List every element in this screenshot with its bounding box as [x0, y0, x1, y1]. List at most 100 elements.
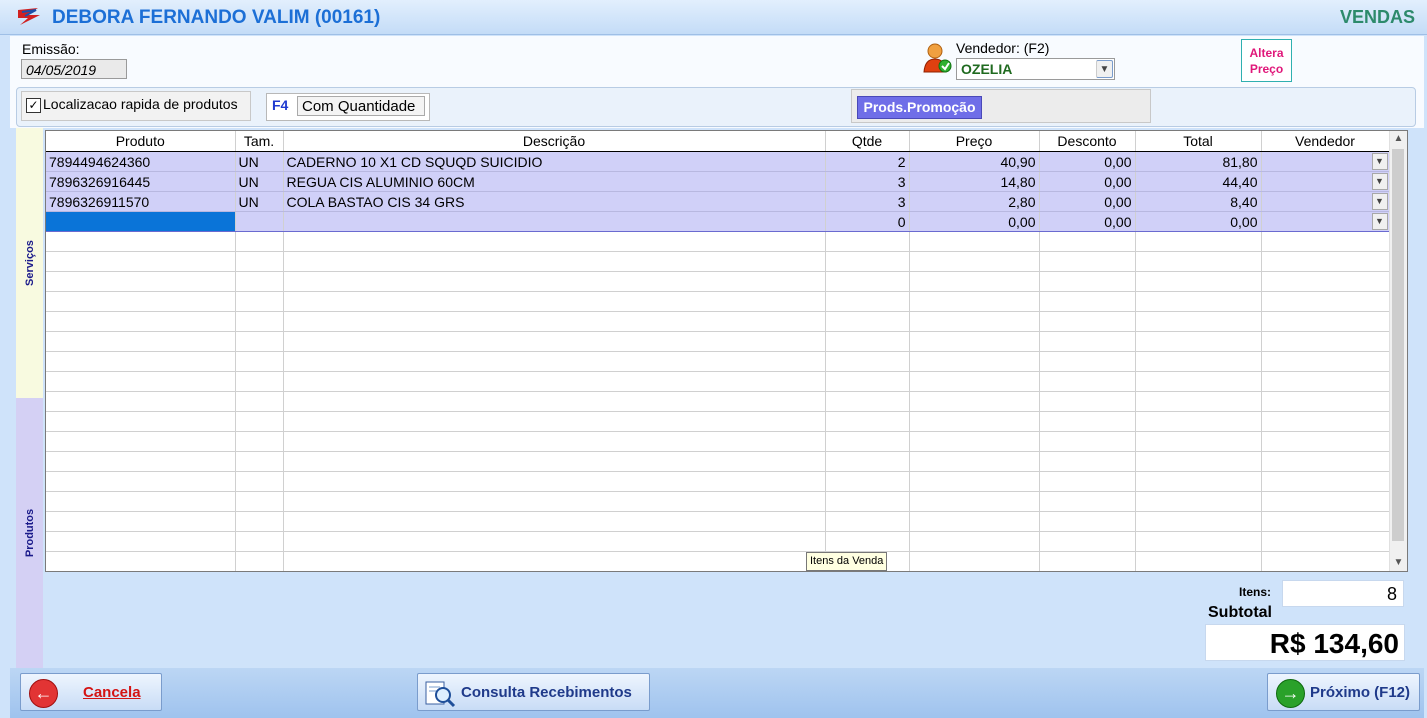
cell-total[interactable]: 81,80 [1135, 151, 1262, 172]
cell-produto[interactable]: 7896326911570 [46, 191, 236, 212]
scroll-up-icon[interactable]: ▲ [1390, 131, 1407, 147]
empty-row [46, 251, 1390, 272]
empty-cell [825, 451, 910, 472]
com-quantidade-button[interactable]: Com Quantidade [297, 96, 425, 116]
empty-cell [235, 251, 284, 272]
cell-qtde[interactable]: 2 [825, 151, 910, 172]
empty-cell [46, 311, 236, 332]
col-header-vendedor[interactable]: Vendedor [1261, 131, 1390, 152]
empty-cell [235, 531, 284, 552]
col-header-produto[interactable]: Produto [46, 131, 236, 152]
empty-cell [46, 331, 236, 352]
grid-tooltip: Itens da Venda [806, 552, 888, 571]
col-header-qtde[interactable]: Qtde [825, 131, 910, 152]
cell-tam[interactable]: UN [235, 191, 284, 212]
chevron-down-icon[interactable]: ▼ [1371, 153, 1388, 170]
cell-total[interactable]: 8,40 [1135, 191, 1262, 212]
tab-servicos[interactable]: Serviços [16, 128, 43, 398]
cancel-button[interactable]: ← Cancela [20, 673, 162, 711]
cell-descricao[interactable]: COLA BASTAO CIS 34 GRS [283, 191, 826, 212]
empty-cell [1261, 511, 1390, 532]
cell-produto[interactable]: 7896326916445 [46, 171, 236, 192]
col-header-preco[interactable]: Preço [909, 131, 1040, 152]
search-document-icon [425, 681, 456, 708]
cell-vendedor[interactable]: ▼ [1261, 151, 1390, 172]
empty-cell [909, 511, 1040, 532]
cell-desconto[interactable]: 0,00 [1039, 171, 1136, 192]
empty-cell [825, 431, 910, 452]
chevron-down-icon[interactable]: ▼ [1371, 193, 1388, 210]
empty-cell [1135, 351, 1262, 372]
cell-preco[interactable]: 14,80 [909, 171, 1040, 192]
next-button[interactable]: → Próximo (F12) [1267, 673, 1420, 711]
scrollbar-thumb[interactable] [1392, 149, 1404, 541]
empty-cell [235, 351, 284, 372]
grid-header-row: Produto Tam. Descrição Qtde Preço Descon… [46, 131, 1390, 152]
col-header-desconto[interactable]: Desconto [1039, 131, 1136, 152]
empty-row [46, 531, 1390, 552]
grid-scrollbar[interactable]: ▲ ▼ [1389, 131, 1407, 571]
sale-header: Emissão: 04/05/2019 Vendedor: (F2) OZELI… [10, 36, 1424, 128]
cell-preco[interactable]: 40,90 [909, 151, 1040, 172]
chevron-down-icon[interactable]: ▼ [1096, 60, 1113, 78]
col-header-tam[interactable]: Tam. [235, 131, 284, 152]
cell-desconto[interactable]: 0,00 [1039, 151, 1136, 172]
altera-preco-button[interactable]: Altera Preço [1241, 39, 1292, 82]
table-row[interactable]: 7896326916445 UN REGUA CIS ALUMINIO 60CM… [46, 171, 1390, 192]
localizacao-checkbox-area[interactable]: ✓ Localizacao rapida de produtos [21, 91, 251, 121]
empty-cell [46, 531, 236, 552]
cell-produto-active[interactable] [46, 211, 236, 232]
cell-vendedor[interactable]: ▼ [1261, 191, 1390, 212]
localizacao-checkbox[interactable]: ✓ [26, 98, 41, 113]
cell-tam[interactable]: UN [235, 151, 284, 172]
empty-cell [235, 471, 284, 492]
empty-cell [235, 291, 284, 312]
empty-cell [825, 271, 910, 292]
altera-line2: Preço [1249, 62, 1284, 76]
cell-vendedor[interactable]: ▼ [1261, 211, 1390, 232]
empty-cell [235, 311, 284, 332]
empty-row [46, 271, 1390, 292]
emissao-field[interactable]: 04/05/2019 [21, 59, 127, 79]
prods-promocao-button[interactable]: Prods.Promoção [857, 96, 982, 119]
cell-total[interactable]: 0,00 [1135, 211, 1262, 232]
cell-vendedor[interactable]: ▼ [1261, 171, 1390, 192]
consulta-recebimentos-button[interactable]: Consulta Recebimentos [417, 673, 650, 711]
empty-cell [1135, 531, 1262, 552]
cell-tam[interactable]: UN [235, 171, 284, 192]
items-grid[interactable]: Produto Tam. Descrição Qtde Preço Descon… [45, 130, 1408, 572]
cell-descricao[interactable]: REGUA CIS ALUMINIO 60CM [283, 171, 826, 192]
table-row[interactable]: 7896326911570 UN COLA BASTAO CIS 34 GRS … [46, 191, 1390, 212]
empty-cell [46, 391, 236, 412]
col-header-total[interactable]: Total [1135, 131, 1262, 152]
empty-cell [1135, 371, 1262, 392]
empty-cell [1039, 371, 1136, 392]
col-header-descricao[interactable]: Descrição [283, 131, 826, 152]
empty-rows [46, 231, 1390, 571]
cell-produto[interactable]: 7894494624360 [46, 151, 236, 172]
empty-cell [283, 531, 826, 552]
vendedor-label: Vendedor: (F2) [956, 40, 1050, 56]
tab-produtos[interactable]: Produtos [16, 398, 43, 668]
cell-tam[interactable] [235, 211, 284, 232]
empty-cell [283, 551, 826, 571]
cell-qtde[interactable]: 3 [825, 191, 910, 212]
next-label: Próximo (F12) [1310, 684, 1411, 701]
cell-total[interactable]: 44,40 [1135, 171, 1262, 192]
vendedor-select[interactable]: OZELIA ▼ [956, 58, 1115, 80]
cell-descricao[interactable] [283, 211, 826, 232]
cell-qtde[interactable]: 3 [825, 171, 910, 192]
chevron-down-icon[interactable]: ▼ [1371, 173, 1388, 190]
cell-descricao[interactable]: CADERNO 10 X1 CD SQUQD SUICIDIO [283, 151, 826, 172]
empty-cell [283, 231, 826, 252]
cell-desconto[interactable]: 0,00 [1039, 211, 1136, 232]
table-row[interactable]: 7894494624360 UN CADERNO 10 X1 CD SQUQD … [46, 151, 1390, 172]
cell-preco[interactable]: 0,00 [909, 211, 1040, 232]
cell-qtde[interactable]: 0 [825, 211, 910, 232]
table-row-new[interactable]: 0 0,00 0,00 0,00 ▼ [46, 211, 1390, 232]
chevron-down-icon[interactable]: ▼ [1371, 213, 1388, 230]
empty-row [46, 551, 1390, 571]
scroll-down-icon[interactable]: ▼ [1390, 555, 1407, 571]
cell-preco[interactable]: 2,80 [909, 191, 1040, 212]
cell-desconto[interactable]: 0,00 [1039, 191, 1136, 212]
